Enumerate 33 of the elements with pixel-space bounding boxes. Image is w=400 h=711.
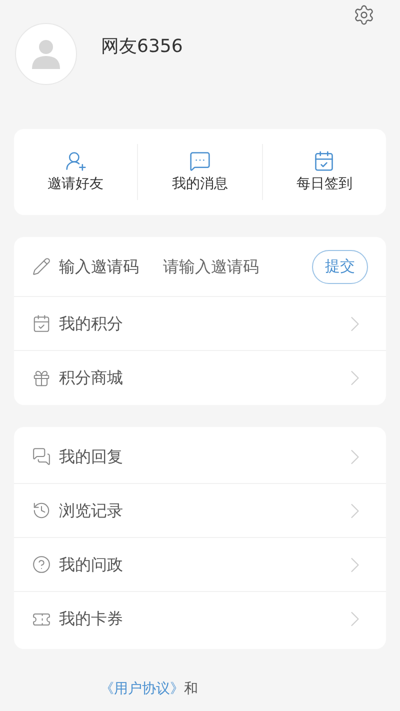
footer-text: 和 [184, 680, 198, 699]
menu-item[interactable]: 我的积分 [14, 297, 386, 351]
row-label: 我的回复 [59, 446, 123, 468]
chat-bubble-icon [188, 150, 211, 172]
row-label: 浏览记录 [59, 500, 123, 522]
settings-icon[interactable] [353, 4, 375, 26]
question-icon [32, 555, 51, 574]
quick-action[interactable]: 我的消息 [138, 150, 262, 194]
menu-item[interactable]: 我的回复 [14, 430, 386, 484]
gift-icon [32, 368, 51, 388]
row-label: 我的问政 [59, 554, 123, 576]
row-label: 积分商城 [59, 367, 123, 389]
menu-item[interactable]: 积分商城 [14, 351, 386, 405]
quick-action[interactable]: 每日签到 [262, 150, 386, 194]
chat-bubbles-icon [32, 447, 51, 466]
row-label: 输入邀请码 [59, 256, 139, 278]
person-silhouette-icon [32, 39, 60, 69]
menu-item[interactable]: 我的卡券 [14, 592, 386, 646]
row-label: 我的积分 [59, 312, 123, 334]
user-plus-icon [64, 150, 87, 172]
quick-action-label: 每日签到 [296, 174, 352, 194]
pencil-icon [32, 257, 51, 276]
quick-action-label: 我的消息 [172, 174, 228, 194]
menu-item[interactable]: 我的问政 [14, 538, 386, 592]
history-icon [32, 501, 51, 520]
calendar-check-icon [32, 314, 51, 333]
invite-code-field[interactable]: 请输入邀请码 [163, 254, 303, 278]
quick-action[interactable]: 邀请好友 [14, 150, 138, 194]
menu-item[interactable]: 浏览记录 [14, 484, 386, 538]
row-label: 我的卡券 [59, 608, 123, 630]
calendar-check-icon [313, 150, 336, 172]
quick-action-label: 邀请好友 [48, 174, 104, 194]
username: 网友6356 [101, 35, 183, 59]
